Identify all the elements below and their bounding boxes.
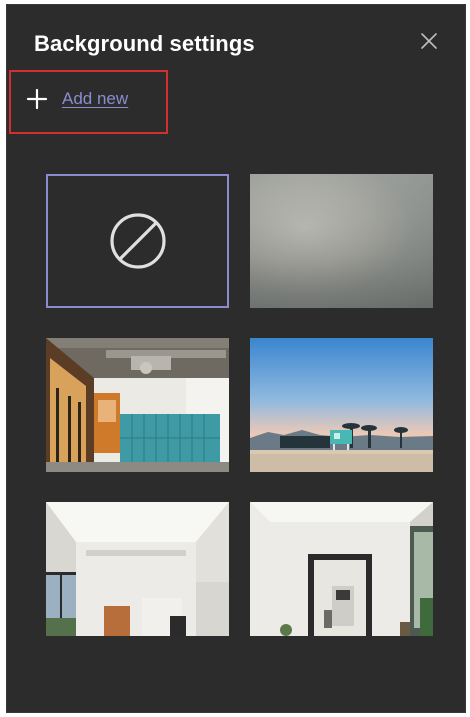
no-background-icon (108, 212, 168, 270)
background-option-room-1[interactable] (46, 502, 229, 636)
room-1-image (46, 502, 229, 636)
close-icon (421, 33, 437, 49)
background-option-blur[interactable] (250, 174, 433, 308)
background-option-beach[interactable] (250, 338, 433, 472)
add-new-label: Add new (62, 89, 129, 108)
plus-icon (26, 88, 48, 110)
background-option-none[interactable] (46, 174, 229, 308)
close-button[interactable] (417, 29, 441, 53)
beach-image (250, 338, 433, 472)
room-2-image (250, 502, 433, 636)
panel-title: Background settings (34, 31, 255, 56)
office-image (46, 338, 229, 472)
add-new-button[interactable]: Add new (26, 84, 128, 114)
background-option-room-2[interactable] (250, 502, 433, 636)
background-option-office[interactable] (46, 338, 229, 472)
